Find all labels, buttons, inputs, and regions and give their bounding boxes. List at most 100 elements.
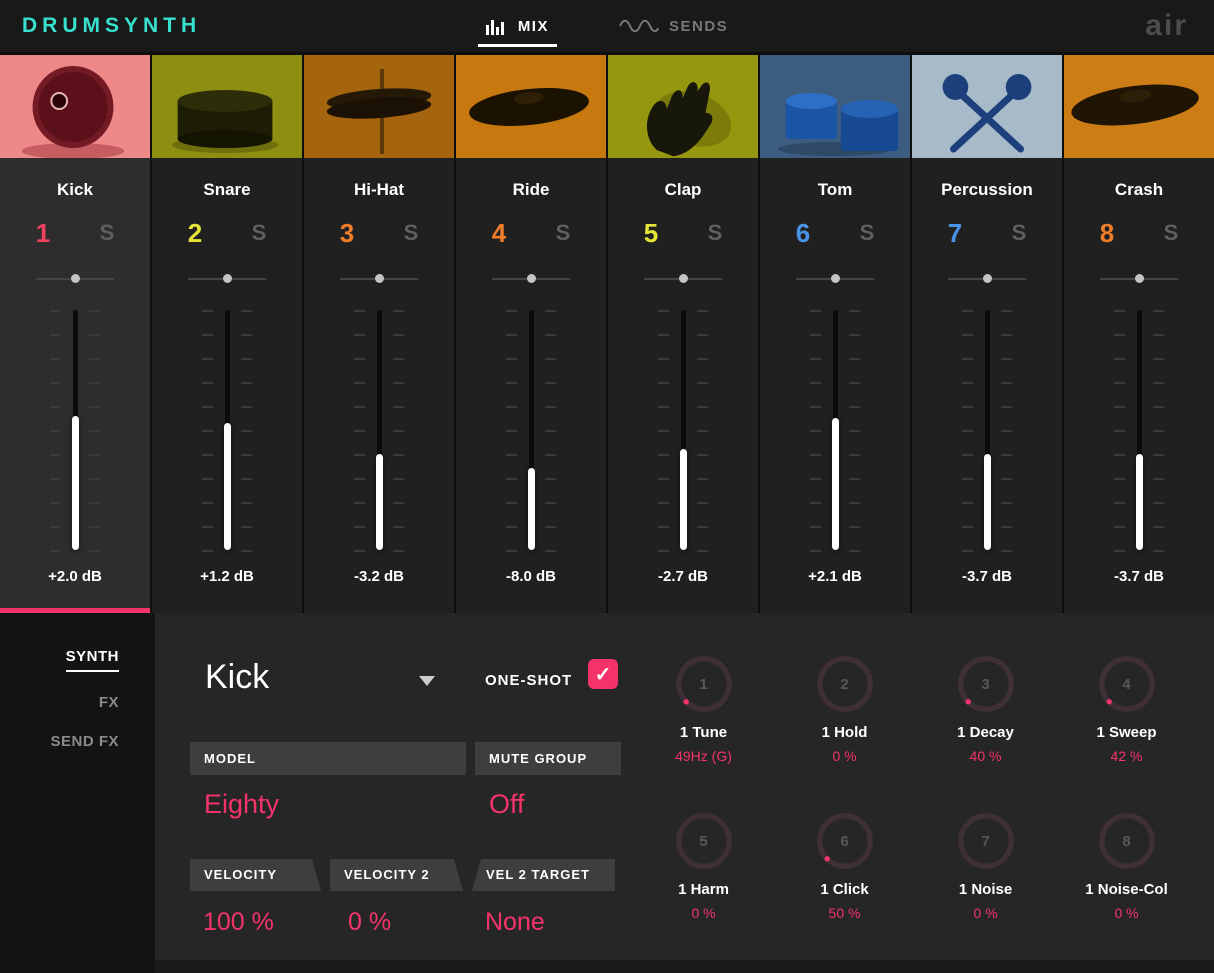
tab-mix[interactable]: MIX [477,0,558,52]
channel-number[interactable]: 4 [482,218,516,249]
pan-thumb[interactable] [1134,274,1144,283]
fader-handle[interactable] [527,468,535,550]
pan-thumb[interactable] [830,274,840,283]
channel-number[interactable]: 7 [938,218,972,249]
solo-button[interactable]: S [90,220,124,246]
pan-slider[interactable] [340,274,418,284]
tab-sends[interactable]: SENDS [619,0,728,52]
knob-label: 1 Tune [679,724,728,741]
channel-thumb-clap[interactable] [608,55,758,158]
clap-hand-image [608,55,758,158]
knob-harm[interactable]: 5 1 Harm 0 % [633,810,774,967]
model-field-header[interactable]: MODEL [190,742,466,775]
solo-button[interactable]: S [394,220,428,246]
channel-number[interactable]: 1 [26,218,60,249]
knob-noise-col[interactable]: 8 1 Noise-Col 0 % [1056,810,1197,967]
solo-button[interactable]: S [850,220,884,246]
volume-fader[interactable] [957,310,1017,552]
volume-fader[interactable] [1109,310,1169,552]
velocity2-value[interactable]: 0 % [348,908,391,937]
knob-sweep[interactable]: 4 1 Sweep 42 % [1056,653,1197,810]
channel-number[interactable]: 5 [634,218,668,249]
pan-thumb[interactable] [222,274,232,283]
channel-number[interactable]: 6 [786,218,820,249]
channel-strip-hihat[interactable]: Hi-Hat 3 S -3.2 dB [304,55,454,613]
pan-slider[interactable] [492,274,570,284]
sidebar-item-synth[interactable]: SYNTH [65,648,119,672]
channel-name: Crash [1114,180,1164,199]
knob-number: 5 [699,832,708,850]
pan-slider[interactable] [644,274,722,284]
channel-strip-tom[interactable]: Tom 6 S +2.1 dB [760,55,910,613]
one-shot-checkbox[interactable]: ✓ [588,659,618,689]
knob-tune[interactable]: 1 1 Tune 49Hz (G) [633,653,774,810]
pan-slider[interactable] [796,274,874,284]
channel-thumb-hihat[interactable] [304,55,454,158]
knob-hold[interactable]: 2 1 Hold 0 % [774,653,915,810]
volume-fader[interactable] [45,310,105,552]
pan-thumb[interactable] [70,274,80,283]
preset-selector[interactable]: Kick [205,658,435,697]
knob-decay[interactable]: 3 1 Decay 40 % [915,653,1056,810]
channel-strip-kick[interactable]: Kick 1 S +2.0 dB [0,55,150,613]
pan-slider[interactable] [36,274,114,284]
pan-slider[interactable] [188,274,266,284]
channel-thumb-tom[interactable] [760,55,910,158]
velocity-value[interactable]: 100 % [203,908,274,937]
solo-button[interactable]: S [1002,220,1036,246]
sidebar-item-fx[interactable]: FX [99,694,119,711]
pan-slider[interactable] [948,274,1026,284]
volume-fader[interactable] [805,310,865,552]
channel-strip-crash[interactable]: Crash 8 S -3.7 dB [1064,55,1214,613]
fader-handle[interactable] [1135,454,1143,550]
fader-handle[interactable] [831,418,839,550]
model-value[interactable]: Eighty [204,789,279,820]
channel-strip-clap[interactable]: Clap 5 S -2.7 dB [608,55,758,613]
channel-strip-snare[interactable]: Snare 2 S +1.2 dB [152,55,302,613]
channel-thumb-percussion[interactable] [912,55,1062,158]
fader-handle[interactable] [71,415,79,550]
velocity2-field-header[interactable]: VELOCITY 2 [330,859,463,891]
sidebar-item-send-fx[interactable]: SEND FX [50,733,119,750]
knob-click[interactable]: 6 1 Click 50 % [774,810,915,967]
fader-handle[interactable] [679,449,687,550]
pan-thumb[interactable] [374,274,384,283]
pan-thumb[interactable] [678,274,688,283]
volume-fader[interactable] [501,310,561,552]
knob-label: 1 Decay [957,724,1014,741]
solo-button[interactable]: S [546,220,580,246]
channel-number[interactable]: 3 [330,218,364,249]
volume-fader[interactable] [197,310,257,552]
chevron-down-icon[interactable] [419,675,435,686]
ride-cymbal-image [456,55,606,158]
field-label: VEL 2 TARGET [486,867,590,882]
vel2-target-field-header[interactable]: VEL 2 TARGET [472,859,615,891]
channel-thumb-kick[interactable] [0,55,150,158]
channel-number[interactable]: 8 [1090,218,1124,249]
fader-handle[interactable] [983,454,991,550]
pan-thumb[interactable] [526,274,536,283]
channel-thumb-snare[interactable] [152,55,302,158]
mute-group-value[interactable]: Off [489,789,525,820]
channel-number[interactable]: 2 [178,218,212,249]
volume-fader[interactable] [653,310,713,552]
channel-thumb-crash[interactable] [1064,55,1214,158]
vel2-target-value[interactable]: None [485,908,545,937]
mute-group-field-header[interactable]: MUTE GROUP [475,742,621,775]
fader-handle[interactable] [223,422,231,550]
solo-button[interactable]: S [242,220,276,246]
channel-db-value: -3.7 dB [961,568,1012,585]
channel-strip-ride[interactable]: Ride 4 S -8.0 dB [456,55,606,613]
velocity-field-header[interactable]: VELOCITY [190,859,321,891]
channel-db-value: -3.2 dB [353,568,404,585]
solo-button[interactable]: S [1154,220,1188,246]
pan-thumb[interactable] [982,274,992,283]
solo-button[interactable]: S [698,220,732,246]
fader-handle[interactable] [375,454,383,550]
fader-ticks-left [50,310,61,552]
channel-strip-percussion[interactable]: Percussion 7 S -3.7 dB [912,55,1062,613]
volume-fader[interactable] [349,310,409,552]
knob-noise[interactable]: 7 1 Noise 0 % [915,810,1056,967]
pan-slider[interactable] [1100,274,1178,284]
channel-thumb-ride[interactable] [456,55,606,158]
